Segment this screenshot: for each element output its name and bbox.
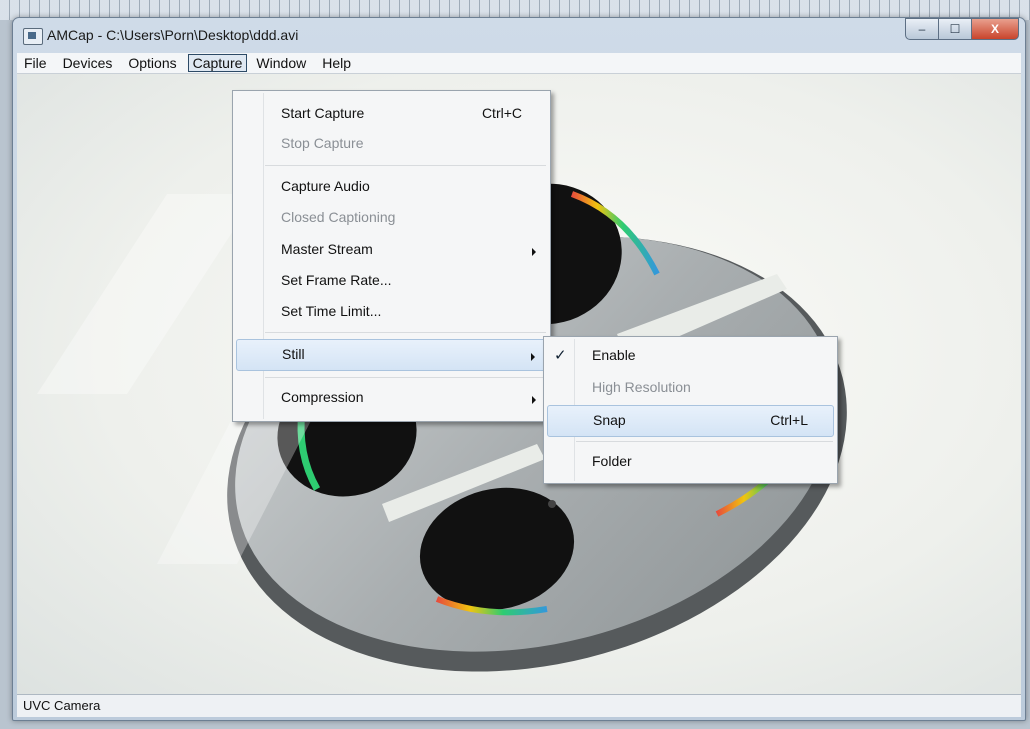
menu-help[interactable]: Help (315, 54, 358, 72)
set-time-limit-label: Set Time Limit... (281, 303, 382, 319)
menu-separator (265, 165, 546, 166)
menu-closed-captioning[interactable]: Closed Captioning (233, 203, 550, 233)
stop-capture-label: Stop Capture (281, 135, 364, 151)
title-bar[interactable]: AMCap - C:\Users\Porn\Desktop\ddd.avi – … (13, 18, 1025, 53)
snap-label: Snap (593, 412, 626, 428)
menu-set-time-limit[interactable]: Set Time Limit... (233, 297, 550, 327)
closed-captioning-label: Closed Captioning (281, 209, 396, 225)
menu-separator (265, 377, 546, 378)
maximize-button[interactable]: ☐ (938, 18, 972, 40)
menu-separator (265, 332, 546, 333)
menu-capture[interactable]: Capture (187, 54, 248, 72)
menu-file[interactable]: File (17, 54, 54, 72)
master-stream-label: Master Stream (281, 241, 373, 257)
set-frame-rate-label: Set Frame Rate... (281, 272, 392, 288)
minimize-button[interactable]: – (905, 18, 939, 40)
still-submenu: ✓ Enable High Resolution Snap Ctrl+L Fol… (543, 336, 838, 484)
menu-compression[interactable]: Compression (233, 383, 550, 413)
window-title: AMCap - C:\Users\Porn\Desktop\ddd.avi (47, 27, 299, 43)
checkmark-icon: ✓ (554, 347, 567, 364)
submenu-arrow-icon (531, 353, 535, 361)
app-icon (23, 28, 43, 45)
menu-snap[interactable]: Snap Ctrl+L (547, 405, 834, 437)
menu-folder[interactable]: Folder (544, 447, 837, 477)
menu-devices[interactable]: Devices (56, 54, 120, 72)
window-controls: – ☐ X (905, 18, 1019, 40)
menu-stop-capture[interactable]: Stop Capture (233, 129, 550, 159)
menu-separator (576, 441, 833, 442)
high-resolution-label: High Resolution (592, 379, 691, 395)
menu-capture-audio[interactable]: Capture Audio (233, 172, 550, 202)
start-capture-shortcut: Ctrl+C (481, 105, 522, 121)
menu-enable[interactable]: ✓ Enable (544, 341, 837, 371)
submenu-arrow-icon (532, 248, 536, 256)
capture-audio-label: Capture Audio (281, 178, 370, 194)
folder-label: Folder (592, 453, 632, 469)
menu-window[interactable]: Window (249, 54, 313, 72)
menu-still[interactable]: Still (236, 339, 547, 371)
still-label: Still (282, 346, 305, 362)
start-capture-label: Start Capture (281, 105, 365, 121)
compression-label: Compression (281, 389, 364, 405)
menu-bar: File Devices Options Capture Window Help (17, 53, 1021, 74)
enable-label: Enable (592, 347, 636, 363)
menu-high-resolution[interactable]: High Resolution (544, 373, 837, 403)
menu-start-capture[interactable]: Start Capture Ctrl+C (233, 99, 550, 129)
status-bar: UVC Camera (17, 694, 1021, 717)
status-text: UVC Camera (23, 698, 101, 713)
menu-master-stream[interactable]: Master Stream (233, 235, 550, 265)
snap-shortcut: Ctrl+L (770, 412, 808, 428)
capture-dropdown-menu: Start Capture Ctrl+C Stop Capture Captur… (232, 90, 551, 422)
menu-options[interactable]: Options (121, 54, 183, 72)
menu-set-frame-rate[interactable]: Set Frame Rate... (233, 266, 550, 296)
close-button[interactable]: X (971, 18, 1019, 40)
submenu-arrow-icon (532, 396, 536, 404)
